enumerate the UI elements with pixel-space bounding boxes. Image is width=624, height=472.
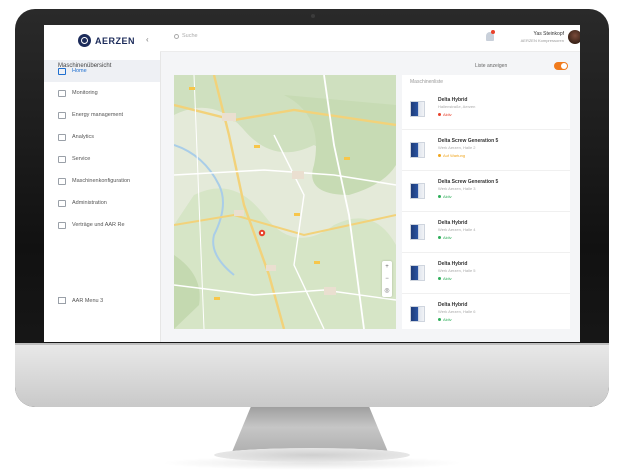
sidebar-item-analytics[interactable]: Analytics [44,126,160,148]
user-role: AERZEN Kompressoren [520,38,564,43]
machine-name: Delta Screw Generation 5 [438,179,499,185]
machine-image [410,183,425,199]
status-dot [438,236,441,239]
machine-status: Aktiv [438,194,452,199]
machine-status-text: Auf Wartung [443,153,466,158]
machine-name: Delta Screw Generation 5 [438,138,499,144]
machine-name: Delta Hybrid [438,302,468,308]
search-placeholder: Suche [182,33,198,39]
machine-location: Werk Aerzen, Halle 6 [438,309,476,314]
monitor-chin [15,343,609,407]
machine-location: Hallenstraße, Aerzen [438,104,476,109]
collapse-sidebar-icon[interactable]: ‹ [146,35,149,44]
top-bar: Suche Yas Steinkopf AERZEN Kompressoren [160,25,580,52]
sidebar-item-label: Monitoring [72,90,98,96]
machine-status-text: Aktiv [443,317,452,322]
status-dot [438,113,441,116]
machine-image [410,306,425,322]
locate-icon[interactable]: ◎ [382,285,392,297]
sidebar-item-label: Service [72,156,91,162]
machine-list-panel: Maschinenliste Delta Hybrid Hallenstraße… [402,75,570,329]
sidebar-item-contracts[interactable]: Verträge und AAR Re [44,214,160,236]
machine-map[interactable] [174,75,396,329]
sidebar-item-label: Energy management [72,112,124,118]
machine-location: Werk Aerzen, Halle 5 [438,268,476,273]
monitor-chin-divider [15,343,609,345]
machine-status: Aktiv [438,112,452,117]
aerzen-logo-icon [78,34,91,47]
logo-text: AERZEN [95,35,136,46]
machine-name: Delta Hybrid [438,261,468,267]
zoom-in-button[interactable]: + [382,261,392,273]
machine-status: Auf Wartung [438,153,465,158]
page-title-text: Maschinenübersicht [58,63,112,69]
list-item[interactable]: Delta Hybrid Hallenstraße, Aerzen Aktiv [402,89,570,130]
sidebar-item-service[interactable]: Service [44,148,160,170]
search-input[interactable]: Suche [174,33,198,39]
sidebar-item-label: Administration [72,200,107,206]
list-item[interactable]: Delta Hybrid Werk Aerzen, Halle 6 Aktiv [402,294,570,329]
machine-location: Werk Aerzen, Halle 4 [438,227,476,232]
user-name: Yas Steinkopf [533,31,564,37]
toggle-label: Liste anzeigen [475,63,508,69]
map-canvas [174,75,396,329]
status-dot [438,154,441,157]
sidebar-footer-label: AAR Menu 3 [72,297,104,304]
machine-status: Aktiv [438,235,452,240]
monitoring-icon [58,89,66,97]
sidebar-nav: Home Monitoring Energy management Analyt… [44,60,160,236]
service-icon [58,155,66,163]
sidebar-item-label: Verträge und AAR Re [72,222,125,228]
list-item[interactable]: Delta Hybrid Werk Aerzen, Halle 4 Aktiv [402,212,570,253]
sidebar-item-label: Maschinenkonfiguration [72,178,131,184]
machine-image [410,265,425,281]
list-item[interactable]: Delta Screw Generation 5 Werk Aerzen, Ha… [402,171,570,212]
machine-status-text: Aktiv [443,194,452,199]
machine-status-text: Aktiv [443,235,452,240]
brand-logo[interactable]: AERZEN [78,34,135,47]
analytics-icon [58,133,66,141]
status-dot [438,277,441,280]
machine-config-icon [58,177,66,185]
machine-location: Werk Aerzen, Halle 3 [438,186,476,191]
panel-title: Maschinenliste [410,79,444,85]
list-item[interactable]: Delta Screw Generation 5 Werk Aerzen, Ha… [402,130,570,171]
energy-icon [58,111,66,119]
status-dot [438,195,441,198]
machine-status: Aktiv [438,276,452,281]
camera-dot [311,14,315,18]
machine-name: Delta Hybrid [438,220,468,226]
sidebar-item-label: Analytics [72,134,95,140]
contracts-icon [58,221,66,229]
list-view-toggle[interactable] [554,62,568,70]
machine-image [410,101,425,117]
administration-icon [58,199,66,207]
map-zoom-control: + − ◎ [382,261,392,297]
sidebar: AERZEN ‹ Home Monitoring Energy manageme… [44,25,161,342]
machine-status: Aktiv [438,317,452,322]
machine-status-text: Aktiv [443,276,452,281]
search-icon [174,33,179,39]
list-item[interactable]: Delta Hybrid Werk Aerzen, Halle 5 Aktiv [402,253,570,294]
app-screen: AERZEN ‹ Home Monitoring Energy manageme… [44,25,580,342]
sidebar-item-monitoring[interactable]: Monitoring [44,82,160,104]
sidebar-item-administration[interactable]: Administration [44,192,160,214]
sidebar-item-machine-configuration[interactable]: Maschinenkonfiguration [44,170,160,192]
machine-name: Delta Hybrid [438,97,468,103]
machine-image [410,224,425,240]
monitor-stand [232,407,388,452]
sidebar-footer-link[interactable]: AAR Menu 3 [58,297,103,304]
monitor-stand-base [214,448,410,462]
sidebar-item-energy-management[interactable]: Energy management [44,104,160,126]
menu-icon [58,297,66,304]
zoom-out-button[interactable]: − [382,273,392,285]
user-info[interactable]: Yas Steinkopf AERZEN Kompressoren [512,31,564,43]
page-title: Maschinenübersicht [58,63,111,69]
machine-status-text: Aktiv [443,112,452,117]
status-dot [438,318,441,321]
avatar[interactable] [568,30,580,44]
machine-location: Werk Aerzen, Halle 2 [438,145,476,150]
machine-image [410,142,425,158]
notification-badge [491,30,495,34]
